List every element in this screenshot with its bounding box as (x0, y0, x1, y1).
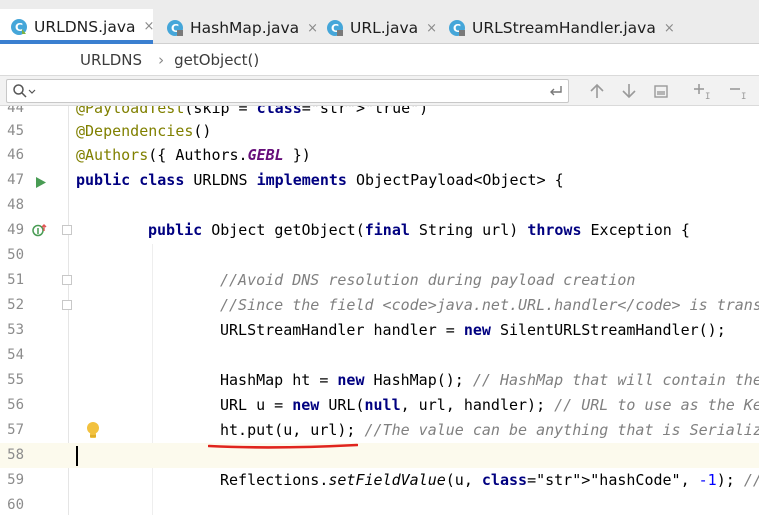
line-number: 45 (7, 123, 24, 139)
red-underline-annotation (208, 443, 358, 449)
code-line: 51 //Avoid DNS resolution during payload… (0, 268, 759, 293)
line-number: 59 (7, 472, 24, 488)
tab-label: URLDNS.java (34, 17, 136, 36)
code-line: 48 (0, 193, 759, 218)
line-number: 46 (7, 147, 24, 163)
search-input[interactable] (41, 82, 541, 100)
tab-urlstreamhandler[interactable]: C URLStreamHandler.java × (438, 12, 675, 44)
find-toolbar: I I (0, 75, 759, 106)
search-icon[interactable] (12, 83, 36, 103)
current-line: 58 (0, 443, 759, 468)
line-number: 50 (7, 247, 24, 263)
tab-hashmap[interactable]: C HashMap.java × (156, 12, 318, 44)
code-comment: //Avoid DNS resolution during payload cr… (220, 271, 636, 289)
line-number: 57 (7, 422, 24, 438)
breadcrumb: URLDNS › getObject() (0, 44, 759, 75)
add-occurrence-icon[interactable]: I (691, 81, 713, 102)
implements-method-icon[interactable]: I (32, 223, 48, 242)
code-line: 49 I public Object getObject(final Strin… (0, 218, 759, 243)
code-line: 59 Reflections.setFieldValue(u, class="s… (0, 468, 759, 493)
tab-url[interactable]: C URL.java × (316, 12, 438, 44)
breadcrumb-separator: › (158, 50, 165, 69)
tab-label: URLStreamHandler.java (472, 19, 656, 37)
line-number: 56 (7, 397, 24, 413)
java-class-file-icon: C (166, 19, 184, 37)
code-line: 57 ht.put(u, url); //The value can be an… (0, 418, 759, 443)
line-number: 53 (7, 322, 24, 338)
code-text: @Authors({ Authors.GEBL }) (76, 146, 311, 164)
java-class-file-icon: C (448, 19, 466, 37)
code-line: 53 URLStreamHandler handler = new Silent… (0, 318, 759, 343)
svg-text:I: I (741, 92, 746, 101)
code-text: public class URLDNS implements ObjectPay… (76, 171, 564, 189)
code-line: 52 //Since the field <code>java.net.URL.… (0, 293, 759, 318)
tab-label: URL.java (350, 19, 419, 37)
editor-tab-bar: C URLDNS.java × C HashMap.java × C URL.j… (0, 0, 759, 44)
svg-text:I: I (37, 227, 40, 236)
close-icon[interactable]: × (426, 21, 437, 36)
previous-occurrence-icon[interactable] (587, 81, 609, 101)
run-icon[interactable] (35, 174, 47, 193)
line-number: 49 (7, 222, 24, 238)
close-icon[interactable]: × (664, 21, 675, 36)
code-editor[interactable]: 44 @PayloadTest(skip = class="str">"true… (0, 106, 759, 515)
code-line: 56 URL u = new URL(null, url, handler); … (0, 393, 759, 418)
text-caret (76, 446, 78, 466)
line-number: 52 (7, 297, 24, 313)
code-text: URLStreamHandler handler = new SilentURL… (220, 321, 726, 339)
fold-marker-icon[interactable] (62, 300, 72, 310)
svg-text:I: I (705, 92, 710, 101)
line-number: 55 (7, 372, 24, 388)
code-line: 54 (0, 343, 759, 368)
line-number: 54 (7, 347, 24, 363)
find-in-files-icon[interactable] (651, 81, 673, 101)
fold-marker-icon[interactable] (62, 275, 72, 285)
java-class-file-icon: C (10, 18, 28, 36)
line-number: 60 (7, 497, 24, 513)
lightbulb-icon[interactable] (86, 421, 100, 444)
code-comment: //Since the field <code>java.net.URL.han… (220, 296, 759, 314)
remove-occurrence-icon[interactable]: I (727, 81, 749, 102)
replace-icon[interactable] (547, 83, 565, 103)
code-line: 47 public class URLDNS implements Object… (0, 168, 759, 193)
code-text: ht.put(u, url); //The value can be anyth… (220, 421, 759, 439)
code-line: 45 @Dependencies() (0, 119, 759, 144)
code-line: 50 (0, 243, 759, 268)
fold-marker-icon[interactable] (62, 225, 72, 235)
code-line: 46 @Authors({ Authors.GEBL }) (0, 143, 759, 168)
next-occurrence-icon[interactable] (619, 81, 641, 101)
code-line: 60 (0, 493, 759, 515)
code-text: Reflections.setFieldValue(u, class="str"… (220, 471, 759, 489)
line-number: 48 (7, 197, 24, 213)
tab-urldns[interactable]: C URLDNS.java × (0, 9, 155, 44)
code-line: 55 HashMap ht = new HashMap(); // HashMa… (0, 368, 759, 393)
code-text: @Dependencies() (76, 122, 212, 140)
code-text: HashMap ht = new HashMap(); // HashMap t… (220, 371, 759, 389)
svg-text:C: C (15, 21, 23, 34)
line-number: 47 (7, 172, 24, 188)
search-field-container (6, 79, 569, 103)
code-text: public Object getObject(final String url… (148, 221, 690, 239)
line-number: 58 (7, 447, 24, 463)
code-text: URL u = new URL(null, url, handler); // … (220, 396, 759, 414)
java-class-file-icon: C (326, 19, 344, 37)
close-icon[interactable]: × (144, 19, 155, 34)
breadcrumb-method[interactable]: getObject() (174, 51, 259, 69)
line-number: 51 (7, 272, 24, 288)
tab-label: HashMap.java (190, 19, 300, 37)
breadcrumb-class[interactable]: URLDNS (80, 51, 142, 69)
